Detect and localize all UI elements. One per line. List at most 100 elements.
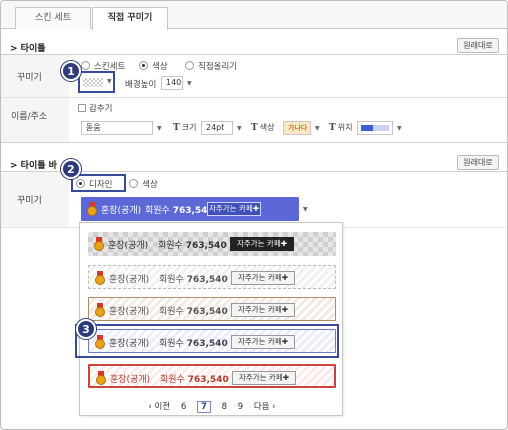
medal-icon	[95, 271, 105, 285]
chevron-down-icon: ▼	[303, 206, 308, 213]
chevron-down-icon: ▼	[157, 125, 162, 132]
tab-custom-decorate[interactable]: 직접 꾸미기	[92, 7, 168, 30]
member-number: 763,540	[187, 375, 229, 385]
position-indicator-icon	[361, 125, 373, 131]
favorite-cafe-button: 자주가는 카페✚	[231, 303, 295, 317]
design-option-blue[interactable]: 훈장(공개) 회원수 763,540 자주가는 카페✚	[88, 329, 336, 353]
chevron-down-icon: ▼	[315, 125, 320, 132]
favorite-cafe-button[interactable]: 자주가는 카페✚	[207, 202, 261, 216]
cafe-name: 훈장(공개)	[109, 339, 150, 349]
favorite-cafe-button: 자주가는 카페✚	[230, 237, 294, 251]
tab-skin-set[interactable]: 스킨 세트	[15, 7, 91, 29]
radio-upload[interactable]: 직접올리기	[185, 60, 237, 72]
member-label: 회원수	[159, 339, 184, 349]
title-section-heading: > 타이틀	[10, 44, 46, 54]
titlebar-section-heading: > 타이틀 바	[10, 161, 57, 171]
pagination: ‹ 이전 6 7 8 9 다음 ›	[80, 400, 344, 413]
design-option-transparent[interactable]: 훈장(공개) 회원수 763,540 자주가는 카페✚	[88, 232, 336, 256]
radio-icon	[185, 61, 194, 70]
pager-page-6[interactable]: 6	[181, 402, 186, 412]
medal-icon	[96, 371, 106, 385]
pager-next[interactable]: 다음 ›	[254, 400, 276, 412]
font-size-select[interactable]: 24pt	[201, 121, 233, 135]
skin-editor-panel: 스킨 세트 직접 꾸미기 > 타이틀 원래대로 꾸미기 스킨세트 색상 직접올리…	[0, 0, 508, 430]
name-address-label: 이름/주소	[11, 112, 48, 122]
radio-icon	[129, 179, 138, 188]
position-label: T 위치	[329, 123, 353, 133]
radio-design-label: 디자인	[89, 180, 113, 190]
hide-label: 감추기	[89, 104, 113, 114]
titlebar-design-dropdown: 훈장(공개) 회원수 763,540 자주가는 카페✚ 훈장(공개) 회원수 7…	[75, 222, 344, 416]
bg-height-select[interactable]: 140	[161, 76, 183, 90]
chevron-down-icon: ▼	[397, 125, 402, 132]
member-number: 763,540	[185, 241, 227, 251]
position-label-text: 위치	[337, 123, 353, 132]
cafe-name: 훈장(공개)	[101, 206, 142, 216]
name-row-label: 이름/주소	[1, 98, 69, 142]
radio-design[interactable]: 디자인	[76, 178, 112, 190]
callout-1: 1	[61, 61, 81, 81]
color-label-text: 색상	[259, 123, 275, 132]
font-select[interactable]: 돋움	[81, 121, 153, 135]
member-count: 회원수 763,540	[158, 238, 227, 251]
member-count: 회원수 763,540	[159, 272, 228, 285]
member-count: 회원수 763,540	[160, 372, 229, 385]
design-option-red[interactable]: 훈장(공개) 회원수 763,540 자주가는 카페✚	[88, 364, 336, 388]
position-track	[373, 125, 389, 131]
title-reset-button[interactable]: 원래대로	[457, 38, 499, 53]
radio-selected-icon	[139, 61, 148, 70]
decorate-row-label: 꾸미기	[1, 55, 69, 97]
title-color-picker[interactable]: ▼	[78, 71, 115, 93]
radio-selected-icon	[76, 179, 85, 188]
member-label: 회원수	[159, 275, 184, 285]
titlebar-decorate-row-label: 꾸미기	[1, 172, 69, 227]
bg-height-label: 배경높이	[125, 80, 157, 90]
medal-icon	[95, 303, 105, 317]
member-label: 회원수	[145, 206, 170, 216]
design-option-brown[interactable]: 훈장(공개) 회원수 763,540 자주가는 카페✚	[88, 297, 336, 321]
pager-page-current[interactable]: 7	[196, 401, 211, 413]
transparent-swatch	[83, 78, 103, 87]
divider	[1, 97, 507, 98]
pager-prev[interactable]: ‹ 이전	[148, 400, 170, 412]
hide-checkbox[interactable]: 감추기	[78, 102, 112, 114]
medal-icon	[87, 202, 97, 216]
cafe-name: 훈장(공개)	[109, 307, 150, 317]
position-select[interactable]	[357, 121, 393, 135]
radio-titlebar-color-label: 색상	[142, 180, 158, 190]
radio-upload-label: 직접올리기	[198, 62, 238, 72]
chevron-down-icon: ▼	[187, 80, 192, 87]
font-color-select[interactable]: 가나다	[283, 121, 311, 135]
design-option-dashed[interactable]: 훈장(공개) 회원수 763,540 자주가는 카페✚	[88, 265, 336, 289]
titlebar-decorate-label: 꾸미기	[17, 196, 42, 206]
medal-icon	[95, 335, 105, 349]
size-label-text: 크기	[181, 123, 197, 132]
member-count: 회원수 763,540	[145, 203, 214, 216]
member-count: 회원수 763,540	[159, 336, 228, 349]
tab-bar: 스킨 세트 직접 꾸미기	[1, 1, 507, 30]
member-number: 763,540	[186, 275, 228, 285]
member-number: 763,540	[186, 339, 228, 349]
radio-titlebar-color[interactable]: 색상	[129, 178, 158, 190]
member-number: 763,540	[186, 307, 228, 317]
cafe-name: 훈장(공개)	[109, 275, 150, 285]
titlebar-reset-button[interactable]: 원래대로	[457, 155, 499, 170]
chevron-down-icon: ▼	[107, 78, 112, 85]
divider	[1, 54, 507, 55]
checkbox-icon	[78, 104, 86, 112]
radio-color-label: 색상	[152, 62, 168, 72]
radio-color[interactable]: 색상	[139, 60, 168, 72]
pager-page-9[interactable]: 9	[238, 402, 243, 412]
favorite-cafe-button: 자주가는 카페✚	[231, 271, 295, 285]
selected-titlebar-design[interactable]: 훈장(공개) 회원수 763,540 자주가는 카페✚	[81, 197, 299, 221]
callout-3: 3	[76, 319, 96, 339]
member-label: 회원수	[159, 307, 184, 317]
divider	[1, 142, 507, 143]
cafe-name: 훈장(공개)	[110, 375, 151, 385]
decorate-label: 꾸미기	[17, 73, 42, 83]
callout-2: 2	[61, 159, 81, 179]
medal-icon	[94, 237, 104, 251]
cafe-name: 훈장(공개)	[108, 241, 149, 251]
pager-page-8[interactable]: 8	[222, 402, 227, 412]
member-label: 회원수	[158, 241, 183, 251]
